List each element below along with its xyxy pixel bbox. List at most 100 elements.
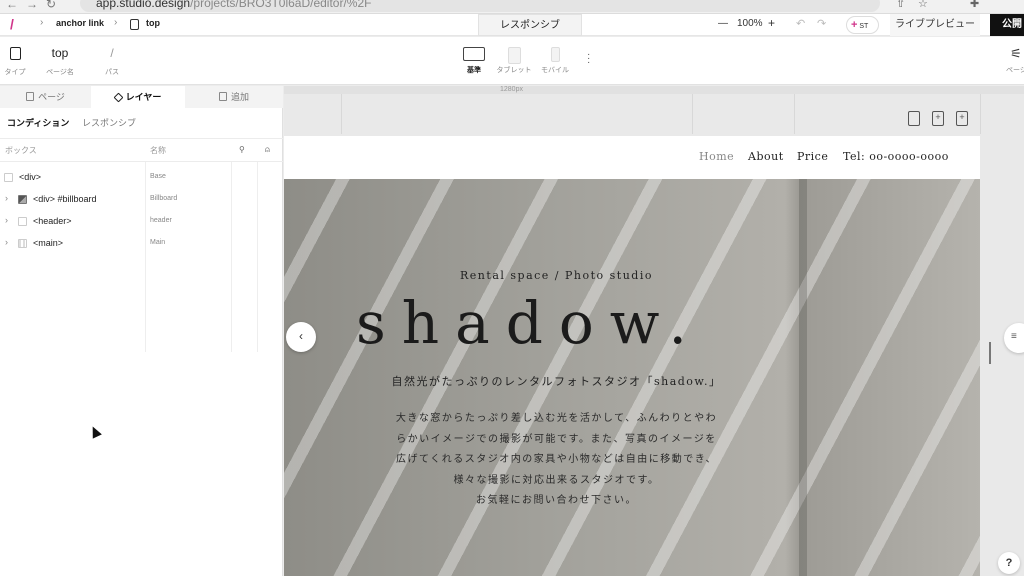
url-text: app.studio.design/projects/BRO3T0l6aD/ed… — [96, 0, 371, 10]
left-panel: ページ レイヤー 追加 コンディション レスポンシブ ボックス 名称 ⚲ ⍝ <… — [0, 86, 283, 576]
device-tablet[interactable]: タブレット — [494, 47, 534, 75]
ruler-width-label: 1280px — [500, 86, 523, 93]
layer-list-header: ボックス 名称 ⚲ ⍝ — [0, 138, 283, 162]
site-header: Home About Price Tel: oo-oooo-oooo — [284, 136, 980, 179]
invite-plus-icon: + — [851, 19, 858, 31]
trash-icon[interactable] — [908, 111, 920, 126]
nav-about[interactable]: About — [748, 150, 784, 163]
zoom-in-button[interactable]: + — [768, 16, 775, 30]
layer-name: Billboard — [150, 195, 178, 202]
billboard-hero[interactable]: Rental space / Photo studio shadow. 自然光が… — [284, 179, 980, 576]
mouse-cursor — [88, 424, 102, 439]
tab-pages-label: ページ — [38, 92, 65, 102]
redo-icon[interactable]: ↷ — [817, 17, 826, 30]
browser-nav-icons[interactable]: ←→↻ — [6, 0, 64, 11]
page-name-field[interactable]: top ページ名 — [44, 43, 76, 77]
duplicate-icon[interactable]: + — [932, 111, 944, 126]
column-divider — [257, 162, 258, 352]
breadcrumb-project[interactable]: anchor link — [56, 18, 104, 28]
subtab-condition[interactable]: コンディション — [7, 116, 69, 129]
layer-row-base[interactable]: <div> Base — [0, 167, 283, 189]
extensions-icon[interactable]: ✚ — [970, 0, 979, 10]
page-type-field[interactable]: タイプ — [4, 43, 26, 77]
hero-subtitle: Rental space / Photo studio — [460, 269, 653, 282]
hero-line: 様々な撮影に対応出来るスタジオです。 — [453, 474, 660, 486]
desktop-icon — [463, 47, 485, 61]
tab-add[interactable]: 追加 — [185, 86, 283, 108]
undo-icon[interactable]: ↶ — [796, 17, 805, 30]
more-vertical-icon[interactable]: · · · — [587, 50, 590, 68]
page-name-label: ページ名 — [46, 69, 74, 76]
nav-tel[interactable]: Tel: oo-oooo-oooo — [843, 150, 949, 163]
add-box-icon[interactable]: + — [956, 111, 968, 126]
visibility-icon[interactable]: ⍝ — [265, 145, 270, 155]
responsive-tab[interactable]: レスポンシブ — [478, 14, 582, 36]
browser-address-bar: ←→↻ app.studio.design/projects/BRO3T0l6a… — [0, 0, 1024, 14]
layer-box-icon — [4, 173, 13, 182]
sliders-icon: ⚟ — [1010, 46, 1022, 61]
collapse-panel-button[interactable]: ‹ — [286, 322, 316, 352]
help-button[interactable]: ? — [998, 552, 1020, 574]
layer-tag: <div> #billboard — [33, 194, 97, 204]
url-host: app.studio.design — [96, 0, 191, 10]
layer-tag: <header> — [33, 216, 72, 226]
editor-screen: ←→↻ app.studio.design/projects/BRO3T0l6a… — [0, 0, 1024, 576]
filter-icon: ≡ — [1011, 331, 1017, 342]
expand-caret-icon[interactable]: › — [5, 215, 8, 225]
device-desktop[interactable]: 基準 — [462, 47, 486, 75]
page-path-label: パス — [105, 69, 119, 76]
page-type-label: タイプ — [4, 69, 26, 76]
layer-tag: <main> — [33, 238, 64, 248]
editor-canvas[interactable]: 1280px + + Home About Price Tel: oo-oooo… — [284, 86, 1024, 576]
tab-layers[interactable]: レイヤー — [91, 86, 185, 108]
expand-caret-icon[interactable]: › — [5, 237, 8, 247]
page-settings-button[interactable]: ⚟ ページ設定 — [1006, 47, 1024, 75]
nav-home[interactable]: Home — [699, 150, 734, 163]
publish-button[interactable]: 公開 — [990, 14, 1024, 36]
guide-line — [692, 94, 693, 134]
scroll-indicator[interactable] — [989, 342, 991, 364]
chevron-right-icon: › — [114, 17, 118, 28]
layer-row-billboard[interactable]: › <div> #billboard Billboard — [0, 189, 283, 211]
layer-tag: <div> — [19, 172, 42, 182]
filter-panel-button[interactable]: ≡ — [1004, 323, 1024, 353]
guide-line — [794, 94, 795, 134]
guide-line — [980, 94, 981, 134]
breadcrumb-page[interactable]: top — [146, 18, 160, 28]
layer-grid-icon — [18, 239, 27, 248]
layer-row-header[interactable]: › <header> header — [0, 211, 283, 233]
column-name: 名称 — [150, 146, 166, 155]
pin-icon[interactable]: ⚲ — [239, 145, 245, 154]
device-mobile[interactable]: モバイル — [538, 47, 572, 75]
layer-row-main[interactable]: › <main> Main — [0, 233, 283, 255]
nav-price[interactable]: Price — [797, 150, 828, 163]
device-desktop-label: 基準 — [467, 67, 481, 74]
column-box: ボックス — [5, 146, 37, 155]
zoom-out-button[interactable]: — — [718, 18, 728, 29]
live-preview-button[interactable]: ライブプレビュー — [890, 14, 980, 36]
chevron-left-icon: ‹ — [299, 329, 303, 343]
tab-layers-label: レイヤー — [125, 92, 162, 102]
subtab-responsive[interactable]: レスポンシブ — [82, 116, 136, 129]
column-divider — [145, 162, 146, 352]
layer-name: Base — [150, 173, 166, 180]
page-path-field[interactable]: / パス — [104, 43, 120, 77]
layer-image-icon — [18, 195, 27, 204]
hero-tagline: 自然光がたっぷりのレンタルフォトスタジオ「shadow.」 — [391, 375, 722, 388]
hero-line: お気軽にお問い合わせ下さい。 — [476, 495, 637, 506]
page-icon — [130, 19, 139, 30]
share-icon[interactable]: ⇧ — [896, 0, 905, 10]
tab-pages[interactable]: ページ — [0, 86, 91, 108]
column-divider — [231, 162, 232, 352]
layer-box-icon — [18, 217, 27, 226]
add-icon — [218, 92, 227, 101]
star-icon[interactable]: ☆ — [918, 0, 928, 10]
expand-caret-icon[interactable]: › — [5, 193, 8, 203]
page-name-value: top — [51, 46, 69, 60]
layer-name: header — [150, 217, 172, 224]
collaborators-button[interactable]: + ST — [846, 16, 879, 34]
panel-tabs: ページ レイヤー 追加 — [0, 86, 283, 108]
zoom-level[interactable]: 100% — [737, 18, 763, 29]
studio-logo-icon[interactable]: / — [10, 16, 14, 32]
hero-description: 大きな窓からたっぷり差し込む光を活かして、ふんわりとやわ らかいイメージでの撮影… — [284, 409, 829, 512]
